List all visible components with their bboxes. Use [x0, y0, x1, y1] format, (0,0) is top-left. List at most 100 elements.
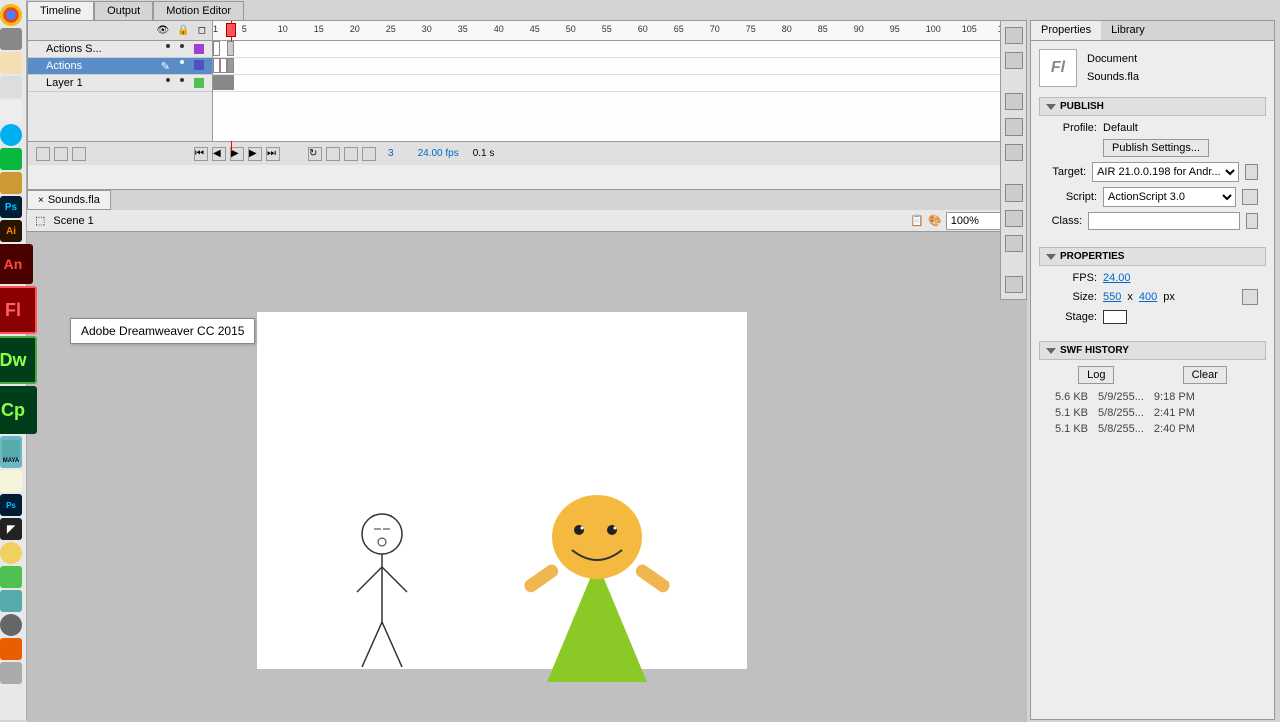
app-icon[interactable] [0, 172, 22, 194]
unity-icon[interactable]: ◤ [0, 518, 22, 540]
chrome-icon[interactable] [0, 4, 22, 26]
log-button[interactable]: Log [1078, 366, 1114, 384]
app-icon[interactable] [0, 28, 22, 50]
clipboard-icon[interactable]: 📋 [910, 214, 924, 227]
time-display: 0.1 s [473, 148, 495, 159]
notepad-icon[interactable] [0, 470, 22, 492]
wrench-icon[interactable] [1245, 164, 1258, 180]
document-tab[interactable]: × Sounds.fla [27, 190, 111, 210]
stage[interactable] [257, 312, 747, 669]
wrench-icon[interactable] [1242, 289, 1258, 305]
layer-actions[interactable]: Actions ✎ [28, 58, 212, 75]
width-value[interactable]: 550 [1103, 291, 1121, 303]
tab-properties[interactable]: Properties [1031, 21, 1101, 40]
panel-icon[interactable] [1005, 93, 1023, 110]
panel-icon[interactable] [1005, 235, 1023, 252]
app-icon[interactable] [0, 566, 22, 588]
delete-button[interactable] [72, 147, 86, 161]
history-row: 5.1 KB5/8/255...2:41 PM [1047, 405, 1258, 421]
right-icon-strip [1000, 20, 1027, 300]
onion-button[interactable] [362, 147, 376, 161]
app-icon[interactable] [0, 542, 22, 564]
timeline-ruler[interactable]: 1510152025303540455055606570758085909510… [213, 21, 1026, 40]
loop-button[interactable]: ↻ [308, 147, 322, 161]
panel-tab-bar: Timeline Output Motion Editor [27, 0, 1027, 20]
dreamweaver-tooltip: Adobe Dreamweaver CC 2015 [70, 318, 255, 344]
tab-library[interactable]: Library [1101, 21, 1155, 40]
fps-display: 24.00 fps [418, 148, 459, 159]
dreamweaver-icon[interactable]: Dw [0, 336, 37, 384]
new-layer-button[interactable] [36, 147, 50, 161]
panel-icon[interactable] [1005, 52, 1023, 69]
stage-area[interactable] [27, 232, 1027, 722]
outline-icon[interactable]: ◻ [198, 25, 206, 36]
globe-icon[interactable]: 🎨 [928, 214, 942, 227]
scene-bar: ⬚ Scene 1 📋 🎨 ⇅ [27, 210, 1027, 232]
animate-icon[interactable]: An [0, 244, 33, 284]
panel-icon[interactable] [1005, 27, 1023, 44]
fl-document-icon: Fl [1039, 49, 1077, 87]
maya-icon[interactable]: MAYA [0, 436, 22, 468]
tab-timeline[interactable]: Timeline [27, 1, 94, 20]
next-frame-button[interactable]: ▶ [248, 147, 262, 161]
stick-figure-drawing [352, 512, 412, 672]
panel-icon[interactable] [1005, 276, 1023, 293]
eye-icon[interactable]: 👁 [157, 25, 170, 36]
timeline-panel: 👁 🔒 ◻ 1510152025303540455055606570758085… [27, 20, 1027, 190]
app-icon[interactable] [0, 662, 22, 684]
wrench-icon[interactable] [1242, 189, 1258, 205]
publish-section-header[interactable]: PUBLISH [1039, 97, 1266, 116]
layer-actions-s[interactable]: Actions S... [28, 41, 212, 58]
height-value[interactable]: 400 [1139, 291, 1157, 303]
onion-button[interactable] [344, 147, 358, 161]
panel-icon[interactable] [1005, 144, 1023, 161]
layer-1[interactable]: Layer 1 [28, 75, 212, 92]
tab-motion-editor[interactable]: Motion Editor [153, 1, 244, 20]
wechat-icon[interactable] [0, 148, 22, 170]
scene-icon[interactable]: ⬚ [35, 214, 45, 227]
zoom-input[interactable] [946, 212, 1006, 230]
captivate-icon[interactable]: Cp [0, 386, 37, 434]
photoshop-icon[interactable]: Ps [0, 494, 22, 516]
class-input[interactable] [1088, 212, 1240, 230]
panel-icon[interactable] [1005, 210, 1023, 227]
notes-icon[interactable] [0, 52, 22, 74]
stage-color-swatch[interactable] [1103, 310, 1127, 324]
history-row: 5.1 KB5/8/255...2:40 PM [1047, 421, 1258, 437]
onion-button[interactable] [326, 147, 340, 161]
frames-area[interactable] [213, 41, 1026, 141]
panel-icon[interactable] [1005, 184, 1023, 201]
app-icon[interactable] [0, 76, 22, 98]
new-folder-button[interactable] [54, 147, 68, 161]
lock-icon[interactable]: 🔒 [177, 25, 189, 36]
publish-settings-button[interactable]: Publish Settings... [1103, 139, 1209, 157]
flash-icon[interactable]: Fl [0, 286, 37, 334]
tab-output[interactable]: Output [94, 1, 153, 20]
profile-value: Default [1103, 122, 1138, 134]
document-tab-bar: × Sounds.fla [27, 190, 1027, 210]
app-icon[interactable] [0, 590, 22, 612]
swf-history-header[interactable]: SWF HISTORY [1039, 341, 1266, 360]
workspace: Timeline Output Motion Editor 👁 🔒 ◻ 1510… [27, 0, 1027, 720]
app-icon[interactable] [0, 614, 22, 636]
illustrator-icon[interactable]: Ai [0, 220, 22, 242]
pencil-icon[interactable] [1246, 213, 1258, 229]
skype-icon[interactable] [0, 124, 22, 146]
last-frame-button[interactable]: ⏭ [266, 147, 280, 161]
vlc-icon[interactable] [0, 638, 22, 660]
timeline-footer: ⏮ ◀ ▶ ▶ ⏭ ↻ 3 24.00 fps 0.1 s [28, 141, 1026, 165]
layer-list: Actions S... Actions ✎ Layer 1 [28, 41, 213, 141]
fps-value[interactable]: 24.00 [1103, 272, 1131, 284]
photoshop-icon[interactable]: Ps [0, 196, 22, 218]
properties-section-header[interactable]: PROPERTIES [1039, 247, 1266, 266]
clear-button[interactable]: Clear [1183, 366, 1227, 384]
scene-name[interactable]: Scene 1 [53, 215, 93, 227]
target-select[interactable]: AIR 21.0.0.198 for Andr... [1092, 162, 1239, 182]
panel-icon[interactable] [1005, 118, 1023, 135]
app-icon[interactable] [0, 100, 22, 122]
play-button[interactable]: ▶ [230, 147, 244, 161]
first-frame-button[interactable]: ⏮ [194, 147, 208, 161]
close-icon[interactable]: × [38, 195, 44, 206]
script-select[interactable]: ActionScript 3.0 [1103, 187, 1236, 207]
prev-frame-button[interactable]: ◀ [212, 147, 226, 161]
